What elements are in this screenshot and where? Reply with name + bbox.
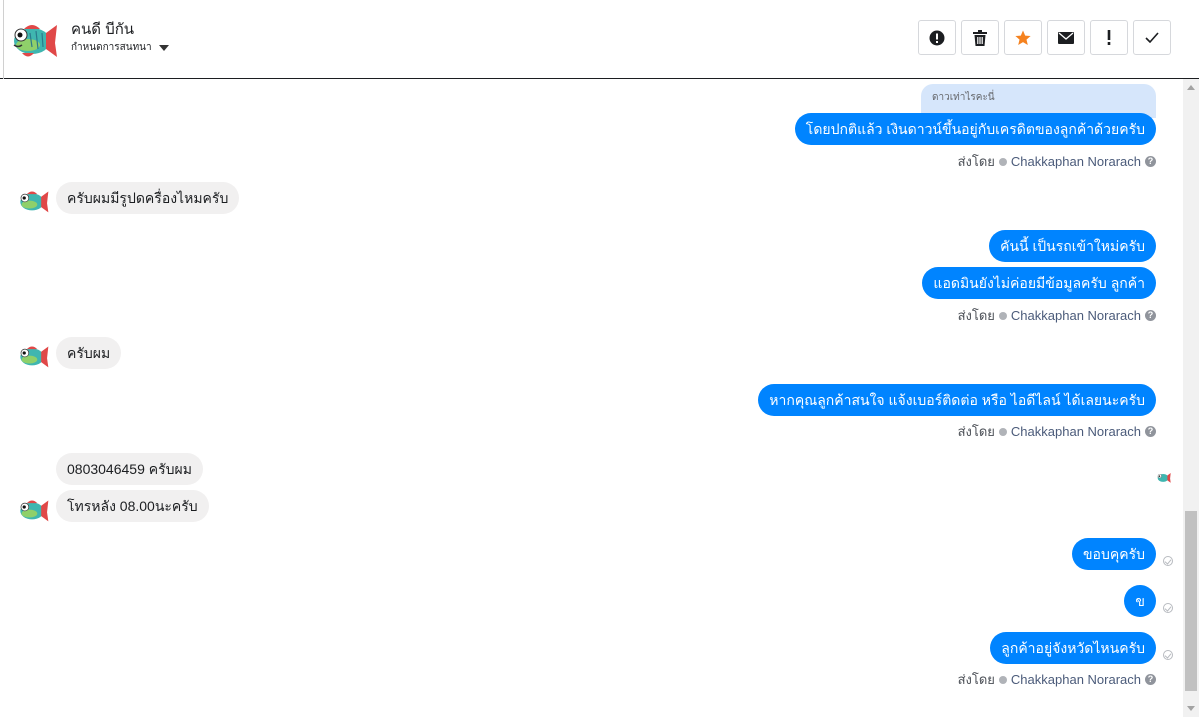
message-incoming[interactable]: 0803046459 ครับผม [56, 453, 203, 485]
message-incoming[interactable]: ครับผม [56, 337, 122, 369]
sent-by-prefix: ส่งโดย [957, 424, 995, 439]
message-thread[interactable]: ดาวเท่าไรคะนี่ โดยปกติแล้ว เงินดาวน์ขึ้น… [0, 79, 1183, 717]
sent-by-prefix: ส่งโดย [957, 672, 995, 687]
agent-name[interactable]: Chakkaphan Norarach [1011, 424, 1141, 439]
mark-unread-button[interactable] [1047, 20, 1085, 55]
sent-by-line: ส่งโดย Chakkaphan Norarach ? [958, 305, 1156, 326]
help-icon[interactable]: ? [1145, 426, 1156, 437]
contact-avatar[interactable] [12, 15, 58, 61]
agent-name[interactable]: Chakkaphan Norarach [1011, 308, 1141, 323]
message-outgoing[interactable]: แอดมินยังไม่ค่อยมีข้อมูลครับ ลูกค้า [922, 267, 1156, 299]
verified-icon [998, 675, 1007, 684]
verified-icon [998, 311, 1007, 320]
verified-icon [998, 157, 1007, 166]
agent-name[interactable]: Chakkaphan Norarach [1011, 154, 1141, 169]
delivered-icon [1163, 603, 1173, 613]
message-incoming[interactable]: ครับผมมีรูปดครื่องไหมครับ [56, 182, 240, 214]
scroll-down-arrow-icon[interactable] [1187, 706, 1195, 711]
sent-by-line: ส่งโดย Chakkaphan Norarach ? [958, 421, 1156, 442]
verified-icon [998, 427, 1007, 436]
message-outgoing[interactable]: โดยปกติแล้ว เงินดาวน์ขึ้นอยู่กับเครดิตขอ… [794, 113, 1156, 145]
quoted-text: ดาวเท่าไรคะนี่ [932, 92, 995, 103]
contact-avatar [20, 346, 49, 368]
delivered-icon [1163, 556, 1173, 566]
contact-avatar [20, 500, 49, 522]
message-outgoing[interactable]: หากคุณลูกค้าสนใจ แจ้งเบอร์ติดต่อ หรือ ไอ… [758, 384, 1156, 416]
star-icon [1015, 30, 1031, 45]
delivered-icon [1163, 650, 1173, 660]
seen-avatar [1157, 473, 1171, 483]
sent-by-prefix: ส่งโดย [957, 308, 995, 323]
delete-button[interactable] [961, 20, 999, 55]
caret-down-icon [158, 44, 169, 51]
message-incoming[interactable]: โทรหลัง 08.00นะครับ [56, 490, 209, 522]
action-toolbar [918, 20, 1171, 55]
follow-up-button[interactable] [1090, 20, 1128, 55]
message-outgoing[interactable]: ขอบคุครับ [1071, 538, 1156, 570]
contact-avatar [20, 191, 49, 213]
message-outgoing[interactable]: คันนี้ เป็นรถเข้าใหม่ครับ [989, 230, 1156, 262]
scroll-up-arrow-icon[interactable] [1187, 85, 1195, 90]
contact-name: คนดี บีกัน [71, 21, 135, 38]
mail-icon [1058, 31, 1074, 44]
stage-label: กำหนดการสนทนา [71, 42, 152, 53]
help-icon[interactable]: ? [1145, 310, 1156, 321]
scrollbar-thumb[interactable] [1185, 511, 1197, 691]
sent-by-line: ส่งโดย Chakkaphan Norarach ? [958, 151, 1156, 172]
mark-spam-button[interactable] [918, 20, 956, 55]
conversation-header: คนดี บีกัน กำหนดการสนทนา [0, 0, 1199, 79]
divider [3, 0, 4, 79]
sent-by-prefix: ส่งโดย [957, 154, 995, 169]
help-icon[interactable]: ? [1145, 156, 1156, 167]
thread-scrollbar[interactable] [1183, 79, 1199, 717]
conversation-stage-dropdown[interactable]: กำหนดการสนทนา [71, 40, 169, 55]
message-outgoing[interactable]: ข [1124, 585, 1156, 617]
trash-icon [973, 29, 987, 46]
check-icon [1145, 32, 1159, 43]
message-outgoing[interactable]: ลูกค้าอยู่จังหวัดไหนครับ [990, 632, 1156, 664]
exclamation-icon [1107, 30, 1111, 45]
mark-done-button[interactable] [1133, 20, 1171, 55]
agent-name[interactable]: Chakkaphan Norarach [1011, 672, 1141, 687]
sent-by-line: ส่งโดย Chakkaphan Norarach ? [958, 669, 1156, 690]
alert-circle-icon [929, 30, 945, 45]
help-icon[interactable]: ? [1145, 674, 1156, 685]
star-button[interactable] [1004, 20, 1042, 55]
